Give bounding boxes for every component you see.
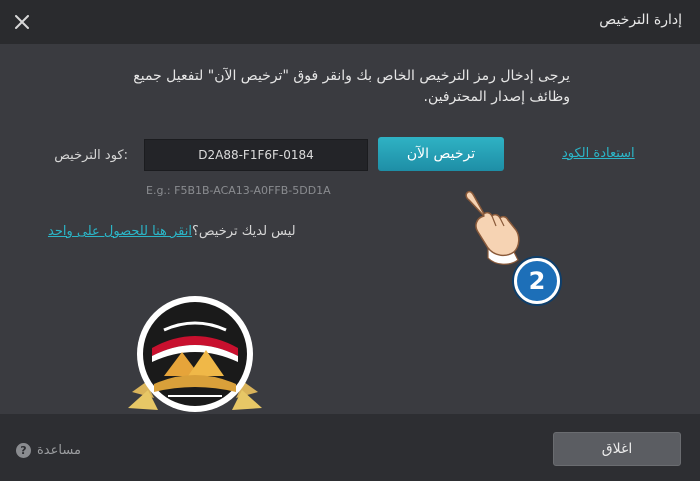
close-button[interactable]: اغلاق xyxy=(553,432,681,466)
no-license-text: ليس لديك ترخيص؟ xyxy=(191,224,296,239)
close-icon xyxy=(15,15,29,29)
help-icon: ? xyxy=(16,443,31,458)
license-code-input[interactable] xyxy=(144,139,368,171)
license-code-label: :كود الترخيص xyxy=(54,148,128,163)
recover-code-link[interactable]: استعادة الكود xyxy=(562,146,635,161)
license-now-button[interactable]: ترخيص الآن xyxy=(378,137,504,171)
close-window-button[interactable] xyxy=(8,8,36,36)
window-title: إدارة الترخيص xyxy=(599,12,682,28)
help-label: مساعدة xyxy=(37,443,81,458)
step-number-badge: 2 xyxy=(514,258,560,304)
get-license-link[interactable]: انقر هنا للحصول على واحد xyxy=(48,224,192,239)
instruction-text: يرجى إدخال رمز الترخيص الخاص بك وانقر فو… xyxy=(133,68,570,105)
title-bar: إدارة الترخيص xyxy=(0,0,700,44)
watermark-logo xyxy=(128,296,262,412)
pointing-hand-icon xyxy=(465,190,520,265)
no-license-line: ليس لديك ترخيص؟انقر هنا للحصول على واحد xyxy=(48,224,296,239)
license-code-hint: E.g.: F5B1B-ACA13-A0FFB-5DD1A xyxy=(146,184,331,197)
help-button[interactable]: ? مساعدة xyxy=(16,443,81,458)
